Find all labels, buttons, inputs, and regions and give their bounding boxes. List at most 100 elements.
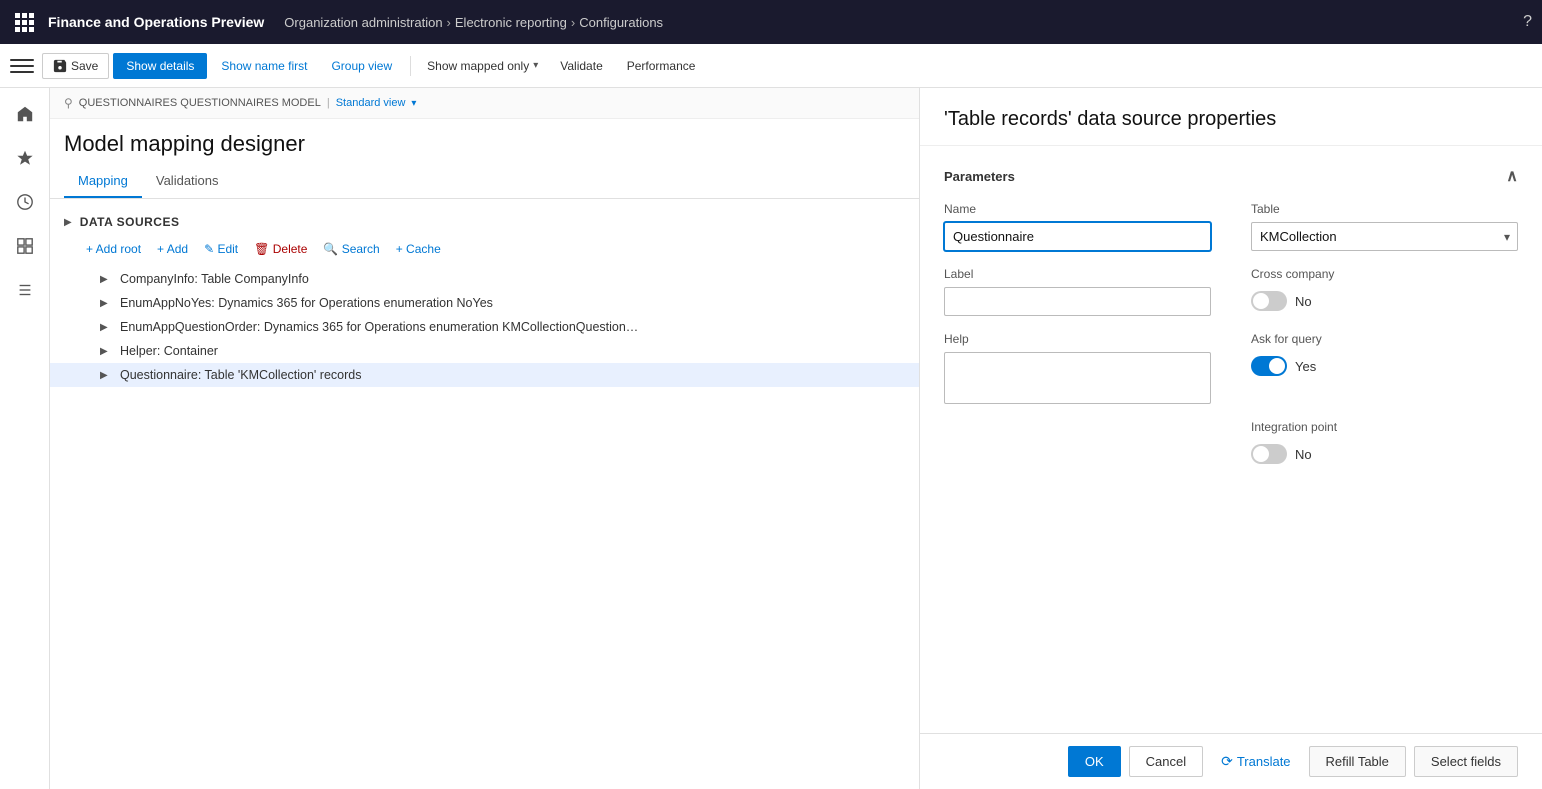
breadcrumb-electronic-reporting[interactable]: Electronic reporting: [455, 15, 567, 30]
list-item[interactable]: ▶ EnumAppQuestionOrder: Dynamics 365 for…: [50, 315, 919, 339]
group-view-label: Group view: [331, 59, 392, 73]
tab-validations[interactable]: Validations: [142, 165, 233, 198]
datasources-title: DATA SOURCES: [80, 215, 180, 229]
help-icon[interactable]: ?: [1523, 13, 1532, 31]
table-field-group: Table KMCollection: [1251, 202, 1518, 251]
datasources-expand-icon[interactable]: ▶: [64, 217, 72, 228]
item-expand-icon[interactable]: ▶: [100, 274, 114, 285]
sidebar-star-icon[interactable]: [9, 142, 41, 174]
item-expand-icon[interactable]: ▶: [100, 370, 114, 381]
tab-mapping[interactable]: Mapping: [64, 165, 142, 198]
show-mapped-button[interactable]: Show mapped only ▾: [419, 54, 546, 78]
right-panel: 'Table records' data source properties P…: [920, 88, 1542, 789]
sidebar: [0, 88, 50, 789]
cache-button[interactable]: + Cache: [390, 239, 447, 259]
item-text: Questionnaire: Table 'KMCollection' reco…: [120, 368, 361, 382]
item-text: EnumAppQuestionOrder: Dynamics 365 for O…: [120, 320, 638, 334]
show-details-button[interactable]: Show details: [113, 53, 207, 79]
ask-for-query-group: Ask for query Yes: [1251, 332, 1518, 404]
breadcrumb-org-admin[interactable]: Organization administration: [284, 15, 442, 30]
panel-title: 'Table records' data source properties: [920, 88, 1542, 146]
list-item[interactable]: ▶ CompanyInfo: Table CompanyInfo: [50, 267, 919, 291]
save-label: Save: [71, 59, 98, 73]
breadcrumb: Organization administration › Electronic…: [284, 15, 663, 30]
name-field-group: Name: [944, 202, 1211, 251]
name-input[interactable]: [944, 222, 1211, 251]
list-item[interactable]: ▶ EnumAppNoYes: Dynamics 365 for Operati…: [50, 291, 919, 315]
performance-button[interactable]: Performance: [617, 54, 706, 78]
help-label: Help: [944, 332, 1211, 346]
cross-company-label: Cross company: [1251, 267, 1518, 281]
label-input[interactable]: [944, 287, 1211, 316]
help-textarea[interactable]: [944, 352, 1211, 404]
hamburger-icon[interactable]: [10, 54, 34, 78]
integration-point-toggle-row: No: [1251, 444, 1518, 464]
ask-for-query-toggle-row: Yes: [1251, 356, 1518, 376]
ask-for-query-value: Yes: [1295, 359, 1316, 374]
table-label: Table: [1251, 202, 1518, 216]
bc-part1: QUESTIONNAIRES QUESTIONNAIRES MODEL: [79, 97, 321, 109]
integration-point-toggle[interactable]: [1251, 444, 1287, 464]
validate-label: Validate: [560, 59, 602, 73]
breadcrumb-configurations[interactable]: Configurations: [579, 15, 663, 30]
performance-label: Performance: [627, 59, 696, 73]
edit-button[interactable]: ✎ Edit: [198, 239, 244, 259]
toolbar: Save Show details Show name first Group …: [0, 44, 1542, 88]
tabs: Mapping Validations: [50, 165, 919, 199]
item-text: CompanyInfo: Table CompanyInfo: [120, 272, 309, 286]
cancel-button[interactable]: Cancel: [1129, 746, 1203, 777]
sidebar-recent-icon[interactable]: [9, 186, 41, 218]
table-select[interactable]: KMCollection: [1251, 222, 1518, 251]
add-button[interactable]: + Add: [151, 239, 194, 259]
item-expand-icon[interactable]: ▶: [100, 346, 114, 357]
left-panel: ⚲ QUESTIONNAIRES QUESTIONNAIRES MODEL | …: [50, 88, 920, 789]
validate-button[interactable]: Validate: [550, 54, 612, 78]
list-item[interactable]: ▶ Questionnaire: Table 'KMCollection' re…: [50, 363, 919, 387]
datasources-actions: + Add root + Add ✎ Edit 🗑 Delete 🔍 Searc…: [50, 235, 919, 263]
add-root-button[interactable]: + Add root: [80, 239, 147, 259]
panel-body: Parameters ∧ Name Table KMCollection: [920, 146, 1542, 733]
datasources-panel: ▶ DATA SOURCES + Add root + Add ✎ Edit 🗑…: [50, 199, 919, 789]
cross-company-group: Cross company No: [1251, 267, 1518, 316]
apps-icon[interactable]: [10, 8, 38, 36]
brand-title: Finance and Operations Preview: [48, 14, 264, 30]
bc-part2[interactable]: Standard view: [336, 97, 406, 109]
refill-table-button[interactable]: Refill Table: [1309, 746, 1406, 777]
save-button[interactable]: Save: [42, 53, 109, 79]
translate-icon: ⟳: [1221, 753, 1233, 770]
sidebar-home-icon[interactable]: [9, 98, 41, 130]
filter-icon: ⚲: [64, 96, 73, 110]
show-mapped-label: Show mapped only: [427, 59, 529, 73]
ask-for-query-label: Ask for query: [1251, 332, 1518, 346]
select-fields-button[interactable]: Select fields: [1414, 746, 1518, 777]
sidebar-grid-icon[interactable]: [9, 230, 41, 262]
collapse-button[interactable]: ∧: [1506, 166, 1518, 186]
section-label: Parameters ∧: [944, 166, 1518, 186]
toolbar-separator: [410, 56, 411, 76]
cross-company-toggle-row: No: [1251, 291, 1518, 311]
chevron-down-icon: ▾: [533, 60, 538, 71]
name-label: Name: [944, 202, 1211, 216]
datasource-items: ▶ CompanyInfo: Table CompanyInfo ▶ EnumA…: [50, 263, 919, 391]
integration-point-value: No: [1295, 447, 1312, 462]
group-view-button[interactable]: Group view: [321, 54, 402, 78]
main-content: ⚲ QUESTIONNAIRES QUESTIONNAIRES MODEL | …: [0, 88, 1542, 789]
list-item[interactable]: ▶ Helper: Container: [50, 339, 919, 363]
cross-company-toggle[interactable]: [1251, 291, 1287, 311]
ask-for-query-toggle[interactable]: [1251, 356, 1287, 376]
item-expand-icon[interactable]: ▶: [100, 298, 114, 309]
translate-button[interactable]: ⟳ Translate: [1211, 746, 1300, 777]
panel-breadcrumb: ⚲ QUESTIONNAIRES QUESTIONNAIRES MODEL | …: [50, 88, 919, 119]
label-field-group: Label: [944, 267, 1211, 316]
item-text: Helper: Container: [120, 344, 218, 358]
show-name-first-button[interactable]: Show name first: [211, 54, 317, 78]
page-title: Model mapping designer: [50, 119, 919, 165]
item-expand-icon[interactable]: ▶: [100, 322, 114, 333]
search-button[interactable]: 🔍 Search: [317, 239, 385, 259]
item-text: EnumAppNoYes: Dynamics 365 for Operation…: [120, 296, 493, 310]
delete-button[interactable]: 🗑 Delete: [248, 239, 313, 259]
help-field-group: Help: [944, 332, 1211, 404]
ok-button[interactable]: OK: [1068, 746, 1121, 777]
panel-footer: OK Cancel ⟳ Translate Refill Table Selec…: [920, 733, 1542, 789]
sidebar-list-icon[interactable]: [9, 274, 41, 306]
